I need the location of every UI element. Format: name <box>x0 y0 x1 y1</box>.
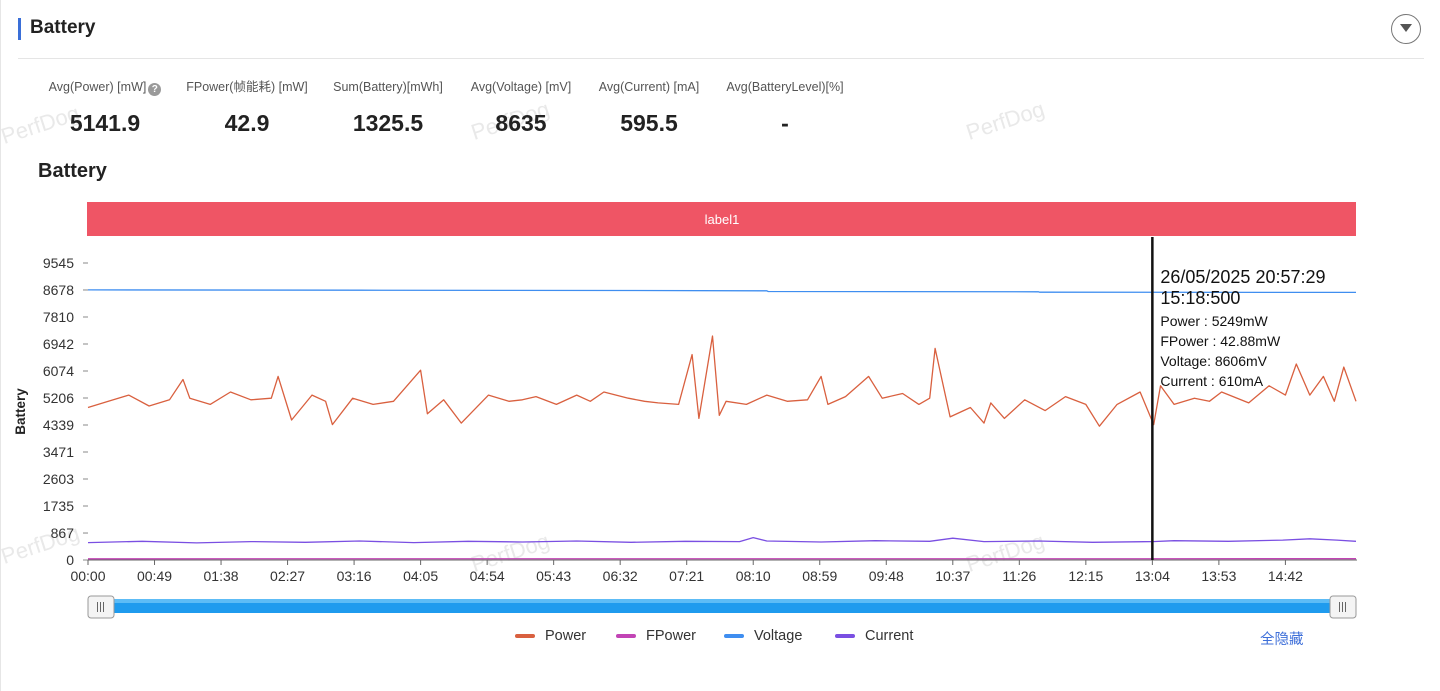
metric-sum-battery: Sum(Battery)[mWh] 1325.5 <box>325 78 451 137</box>
cursor-value-row: FPower : 42.88mW <box>1160 333 1281 349</box>
legend-swatch <box>724 634 744 639</box>
x-tick-label: 10:37 <box>935 568 970 584</box>
legend-label: Current <box>865 628 914 644</box>
metric-value: 42.9 <box>224 110 270 136</box>
x-tick-label: 00:00 <box>70 568 105 584</box>
x-tick-label: 07:21 <box>669 568 704 584</box>
x-tick-label: 04:54 <box>470 568 505 584</box>
cursor-value-row: Voltage: 8606mV <box>1160 353 1267 369</box>
y-tick-label: 5206 <box>43 390 74 406</box>
metric-label: Avg(Power) [mW] <box>48 80 147 94</box>
header-accent-bar <box>18 18 21 40</box>
chart-title: Battery <box>38 160 107 182</box>
battery-chart[interactable]: label1 0 867 1735 2603 3471 4339 5206 6074 6942 78… <box>0 195 1440 623</box>
y-axis-label: Battery <box>13 388 28 435</box>
metric-fpower: FPower(帧能耗) [mW] 42.9 <box>180 78 314 137</box>
y-tick-label: 6074 <box>43 363 74 379</box>
y-tick-label: 7810 <box>43 309 74 325</box>
x-tick-label: 05:43 <box>536 568 571 584</box>
x-tick-label: 14:42 <box>1268 568 1303 584</box>
chevron-down-icon <box>1400 24 1412 32</box>
x-tick-label: 06:32 <box>603 568 638 584</box>
legend-item-fpower[interactable]: FPower <box>616 628 696 644</box>
x-tick-label: 12:15 <box>1068 568 1103 584</box>
x-tick-label: 08:59 <box>802 568 837 584</box>
metric-avg-current: Avg(Current) [mA] 595.5 <box>590 78 708 137</box>
cursor-datetime: 26/05/2025 20:57:29 <box>1160 267 1325 287</box>
metric-label: Avg(BatteryLevel)[%] <box>726 80 844 94</box>
cursor-time: 15:18:500 <box>1160 288 1240 308</box>
hide-all-link[interactable]: 全隐藏 <box>1260 628 1304 649</box>
panel-header: Battery <box>18 14 1424 59</box>
y-tick-label: 0 <box>66 552 74 568</box>
metric-value: 595.5 <box>620 110 678 136</box>
metric-label: FPower(帧能耗) [mW] <box>186 80 308 94</box>
legend-item-power[interactable]: Power <box>515 628 586 644</box>
y-tick-label: 3471 <box>43 444 74 460</box>
y-tick-label: 867 <box>51 525 75 541</box>
x-tick-label: 01:38 <box>204 568 239 584</box>
legend-swatch <box>515 634 535 639</box>
legend-swatch <box>835 634 855 639</box>
x-tick-label: 08:10 <box>736 568 771 584</box>
metric-value: 8635 <box>495 110 547 136</box>
metric-label: Sum(Battery)[mWh] <box>333 80 443 94</box>
cursor-value-row: Current : 610mA <box>1160 373 1263 389</box>
x-tick-label: 00:49 <box>137 568 172 584</box>
metric-avg-battery-level: Avg(BatteryLevel)[%] - <box>718 78 852 137</box>
x-tick-label: 02:27 <box>270 568 305 584</box>
metric-value: - <box>781 110 789 136</box>
legend-label: Power <box>545 628 587 644</box>
cursor-value-row: Power : 5249mW <box>1160 313 1268 329</box>
panel-title: Battery <box>30 17 96 38</box>
metric-value: 1325.5 <box>352 110 424 136</box>
legend-label: FPower <box>646 628 696 644</box>
y-tick-label: 4339 <box>43 417 74 433</box>
y-tick-label: 8678 <box>43 282 74 298</box>
metric-label: Avg(Voltage) [mV] <box>470 80 572 94</box>
legend-label: Voltage <box>754 628 803 644</box>
y-tick-label: 6942 <box>43 336 74 352</box>
x-tick-label: 09:48 <box>869 568 904 584</box>
legend-item-current[interactable]: Current <box>835 628 913 644</box>
x-tick-label: 11:26 <box>1002 568 1036 584</box>
metric-label: Avg(Current) [mA] <box>598 80 700 94</box>
label-band-text: label1 <box>705 212 740 227</box>
series-line-current[interactable] <box>87 536 1357 544</box>
help-icon[interactable]: ? <box>148 83 162 96</box>
y-tick-label: 9545 <box>43 255 74 271</box>
metric-avg-power: Avg(Power) [mW]? 5141.9 <box>40 78 170 137</box>
x-tick-label: 03:16 <box>337 568 372 584</box>
x-tick-label: 04:05 <box>403 568 438 584</box>
x-tick-label: 13:04 <box>1135 568 1170 584</box>
y-tick-label: 2603 <box>43 471 74 487</box>
metric-value: 5141.9 <box>69 110 141 136</box>
metric-avg-voltage: Avg(Voltage) [mV] 8635 <box>462 78 580 137</box>
y-tick-label: 1735 <box>43 498 74 514</box>
legend-swatch <box>616 634 636 639</box>
watermark: PerfDog <box>962 96 1048 145</box>
legend-item-voltage[interactable]: Voltage <box>724 628 802 644</box>
x-tick-label: 13:53 <box>1201 568 1236 584</box>
collapse-button[interactable] <box>1391 14 1421 44</box>
range-slider-highlight <box>90 599 1354 603</box>
